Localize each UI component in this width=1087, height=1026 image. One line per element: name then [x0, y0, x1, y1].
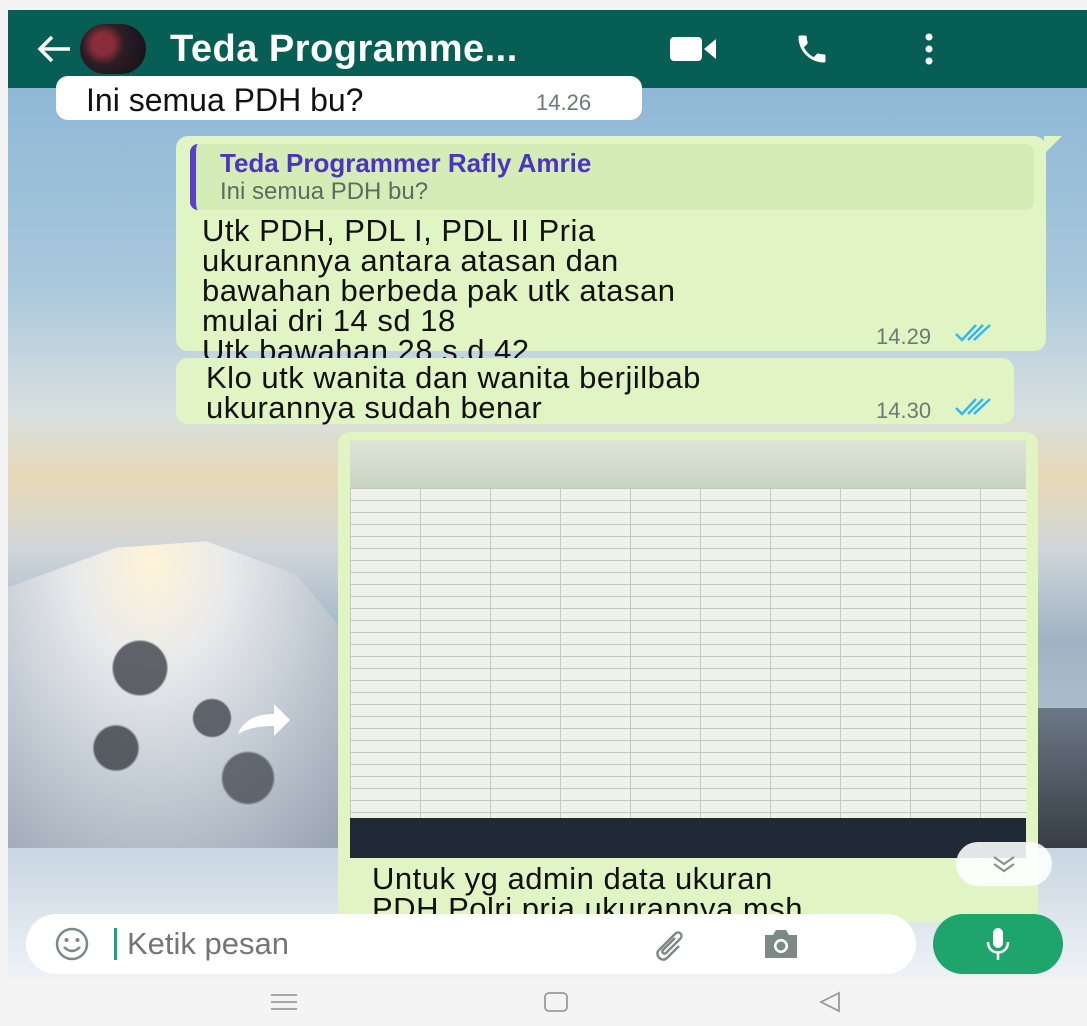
- message-line: ukurannya sudah benar: [206, 390, 543, 425]
- message-bubble-outgoing[interactable]: Teda Programmer Rafly Amrie Ini semua PD…: [176, 136, 1062, 366]
- message-composer: [26, 914, 916, 974]
- message-text: Klo utk wanita dan wanita berjilbab ukur…: [206, 360, 701, 425]
- recent-apps-icon[interactable]: [254, 978, 314, 1026]
- forward-icon[interactable]: [234, 700, 294, 740]
- video-call-icon[interactable]: [670, 29, 720, 69]
- quoted-author: Teda Programmer Rafly Amrie: [220, 148, 592, 178]
- contact-avatar[interactable]: [80, 24, 146, 74]
- chat-screen: Teda Programme... Ini semua PDH bu? 14.2…: [8, 10, 1087, 1026]
- message-time: 14.30: [876, 398, 932, 423]
- double-check-icon: [954, 322, 994, 349]
- double-check-icon: [954, 396, 994, 423]
- quoted-message[interactable]: Teda Programmer Rafly Amrie Ini semua PD…: [190, 144, 1034, 210]
- message-time: 14.26: [536, 90, 592, 115]
- paperclip-icon[interactable]: [649, 924, 689, 964]
- text-cursor: [114, 928, 117, 960]
- microphone-button[interactable]: [933, 914, 1063, 974]
- caption-line: Untuk yg admin data ukuran: [372, 861, 773, 896]
- bubble-tail: [1044, 136, 1062, 154]
- message-bubble-outgoing[interactable]: Klo utk wanita dan wanita berjilbab ukur…: [176, 358, 1014, 424]
- arrow-left-icon[interactable]: [32, 27, 76, 71]
- camera-icon[interactable]: [759, 924, 803, 964]
- message-line: Utk PDH, PDL I, PDL II Pria: [202, 213, 596, 248]
- back-triangle-icon[interactable]: [800, 978, 860, 1026]
- photo-ribbon: [350, 440, 1026, 488]
- message-line: bawahan berbeda pak utk atasan: [202, 273, 676, 308]
- microphone-icon: [986, 928, 1010, 960]
- photo-taskbar: [350, 818, 1026, 858]
- message-line: Klo utk wanita dan wanita berjilbab: [206, 360, 701, 395]
- scroll-to-bottom-button[interactable]: [956, 842, 1052, 886]
- photo-sheet: [350, 488, 1026, 818]
- phone-icon[interactable]: [790, 27, 834, 71]
- contact-name[interactable]: Teda Programme...: [170, 28, 650, 71]
- system-navigation-bar: [8, 978, 1087, 1026]
- message-bubble-incoming[interactable]: Ini semua PDH bu? 14.26: [56, 76, 642, 120]
- message-time: 14.29: [876, 324, 932, 349]
- message-bubble-image[interactable]: Untuk yg admin data ukuran PDH Polri pri…: [338, 432, 1038, 922]
- double-chevron-down-icon: [993, 856, 1015, 873]
- spreadsheet-photo[interactable]: [350, 440, 1026, 858]
- emoji-icon[interactable]: [52, 924, 92, 964]
- more-vertical-icon[interactable]: [914, 27, 944, 71]
- quoted-text: Ini semua PDH bu?: [220, 178, 429, 205]
- message-line: ukurannya antara atasan dan: [202, 243, 619, 278]
- home-icon[interactable]: [526, 978, 586, 1026]
- message-text: Ini semua PDH bu?: [86, 82, 364, 118]
- message-input[interactable]: [125, 925, 629, 963]
